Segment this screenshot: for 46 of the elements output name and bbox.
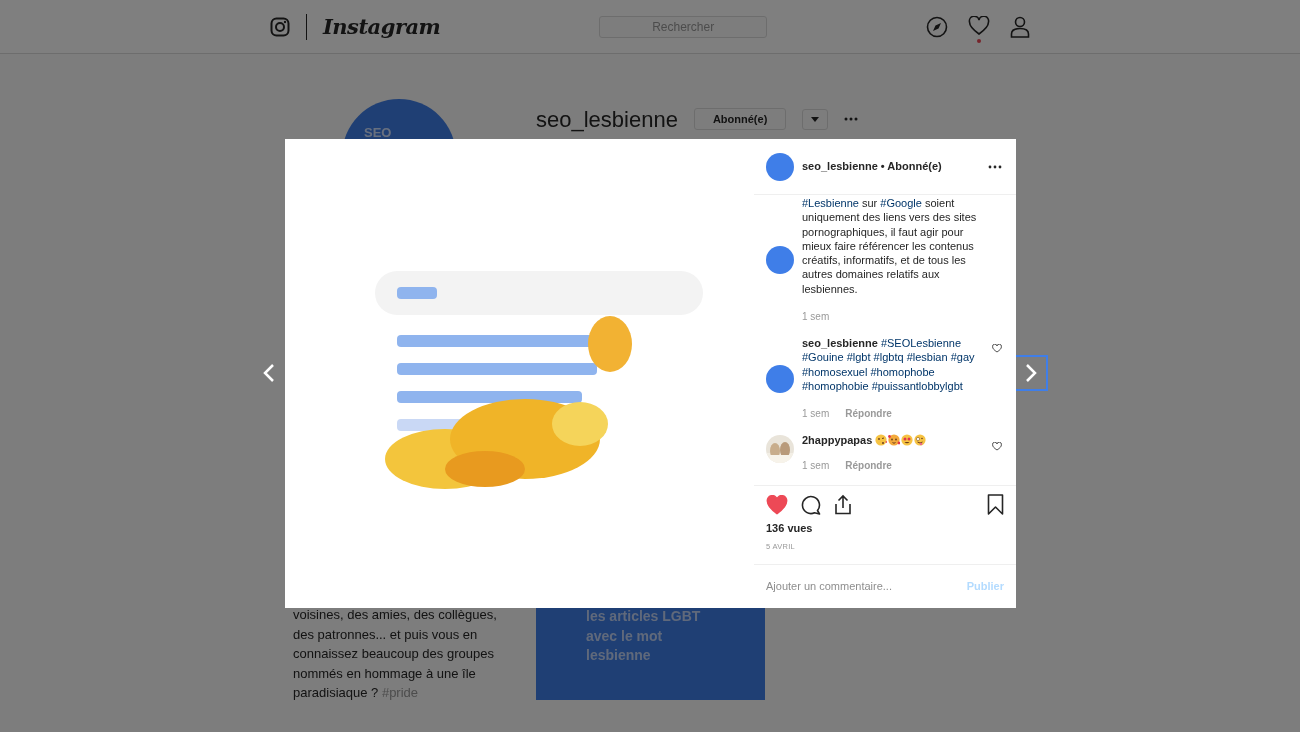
hashtag-link[interactable]: #Gouine bbox=[802, 351, 844, 364]
dropdown-button[interactable] bbox=[802, 108, 829, 130]
hashtag-link[interactable]: #lgbt bbox=[846, 351, 871, 364]
hashtag-link[interactable]: #lgbtq bbox=[873, 351, 904, 364]
hashtag-link[interactable]: #lesbian bbox=[906, 351, 948, 364]
camera-icon[interactable] bbox=[270, 16, 290, 37]
person-icon[interactable] bbox=[1010, 15, 1030, 38]
emoji-icon bbox=[875, 434, 888, 447]
hashtag-link[interactable]: #homosexuel bbox=[802, 365, 868, 378]
like-icon[interactable] bbox=[992, 344, 1002, 354]
heart-icon[interactable] bbox=[766, 494, 788, 515]
hashtag-link[interactable]: #Lesbienne bbox=[802, 197, 859, 209]
hashtag-link[interactable]: #homophobe bbox=[870, 365, 935, 378]
comment-text: #Lesbienne sur #Google soient uniquement des liens vers des sites pornographiques, il faut agir pour mieux faire référencer les contenus créatifs, informatifs, et de tous les autres domaines relatifs aux lesbiennes. bbox=[802, 196, 978, 297]
bookmark-icon[interactable] bbox=[987, 494, 1004, 516]
profile-username: seo_lesbienne bbox=[536, 105, 678, 134]
tile-text: lesbienne bbox=[586, 646, 652, 665]
heart-icon[interactable] bbox=[968, 16, 990, 36]
comment-icon[interactable] bbox=[800, 494, 821, 516]
more-icon[interactable] bbox=[988, 164, 1002, 169]
username-link[interactable]: seo_lesbienne bbox=[802, 337, 878, 350]
commenter-avatar[interactable] bbox=[766, 246, 794, 275]
hashtag-link[interactable]: #Google bbox=[880, 197, 922, 209]
view-count[interactable]: 136 vues bbox=[766, 520, 1004, 537]
chevron-right-icon bbox=[1025, 363, 1037, 383]
comment-field[interactable]: Ajouter un commentaire... bbox=[766, 578, 967, 595]
hashtag-link[interactable]: #gay bbox=[950, 351, 975, 364]
emoji-icon bbox=[901, 434, 914, 447]
caret-icon bbox=[811, 116, 820, 122]
like-icon[interactable] bbox=[992, 442, 1002, 452]
logo[interactable]: Instagram bbox=[323, 10, 441, 43]
tile-text: avec le mot bbox=[586, 626, 664, 646]
emoji-icon bbox=[888, 434, 901, 447]
hashtag-link[interactable]: #homophobie bbox=[802, 379, 869, 392]
tile-text: les articles LGBT bbox=[586, 607, 702, 626]
username-link[interactable]: 2happypapas bbox=[802, 434, 873, 447]
author-avatar[interactable] bbox=[766, 152, 794, 181]
following-button[interactable]: Abonné(e) bbox=[693, 107, 787, 131]
author-name[interactable]: seo_lesbienne • Abonné(e) bbox=[802, 158, 980, 175]
share-icon[interactable] bbox=[833, 494, 853, 516]
emoji-icon bbox=[914, 434, 927, 447]
hashtag-link[interactable]: #puissantlobbylgbt bbox=[871, 379, 963, 392]
hashtag-link[interactable]: #SEOLesbienne bbox=[880, 337, 961, 350]
chevron-left-icon bbox=[263, 363, 275, 383]
commenter-avatar[interactable] bbox=[766, 364, 794, 393]
compass-icon[interactable] bbox=[926, 15, 948, 38]
